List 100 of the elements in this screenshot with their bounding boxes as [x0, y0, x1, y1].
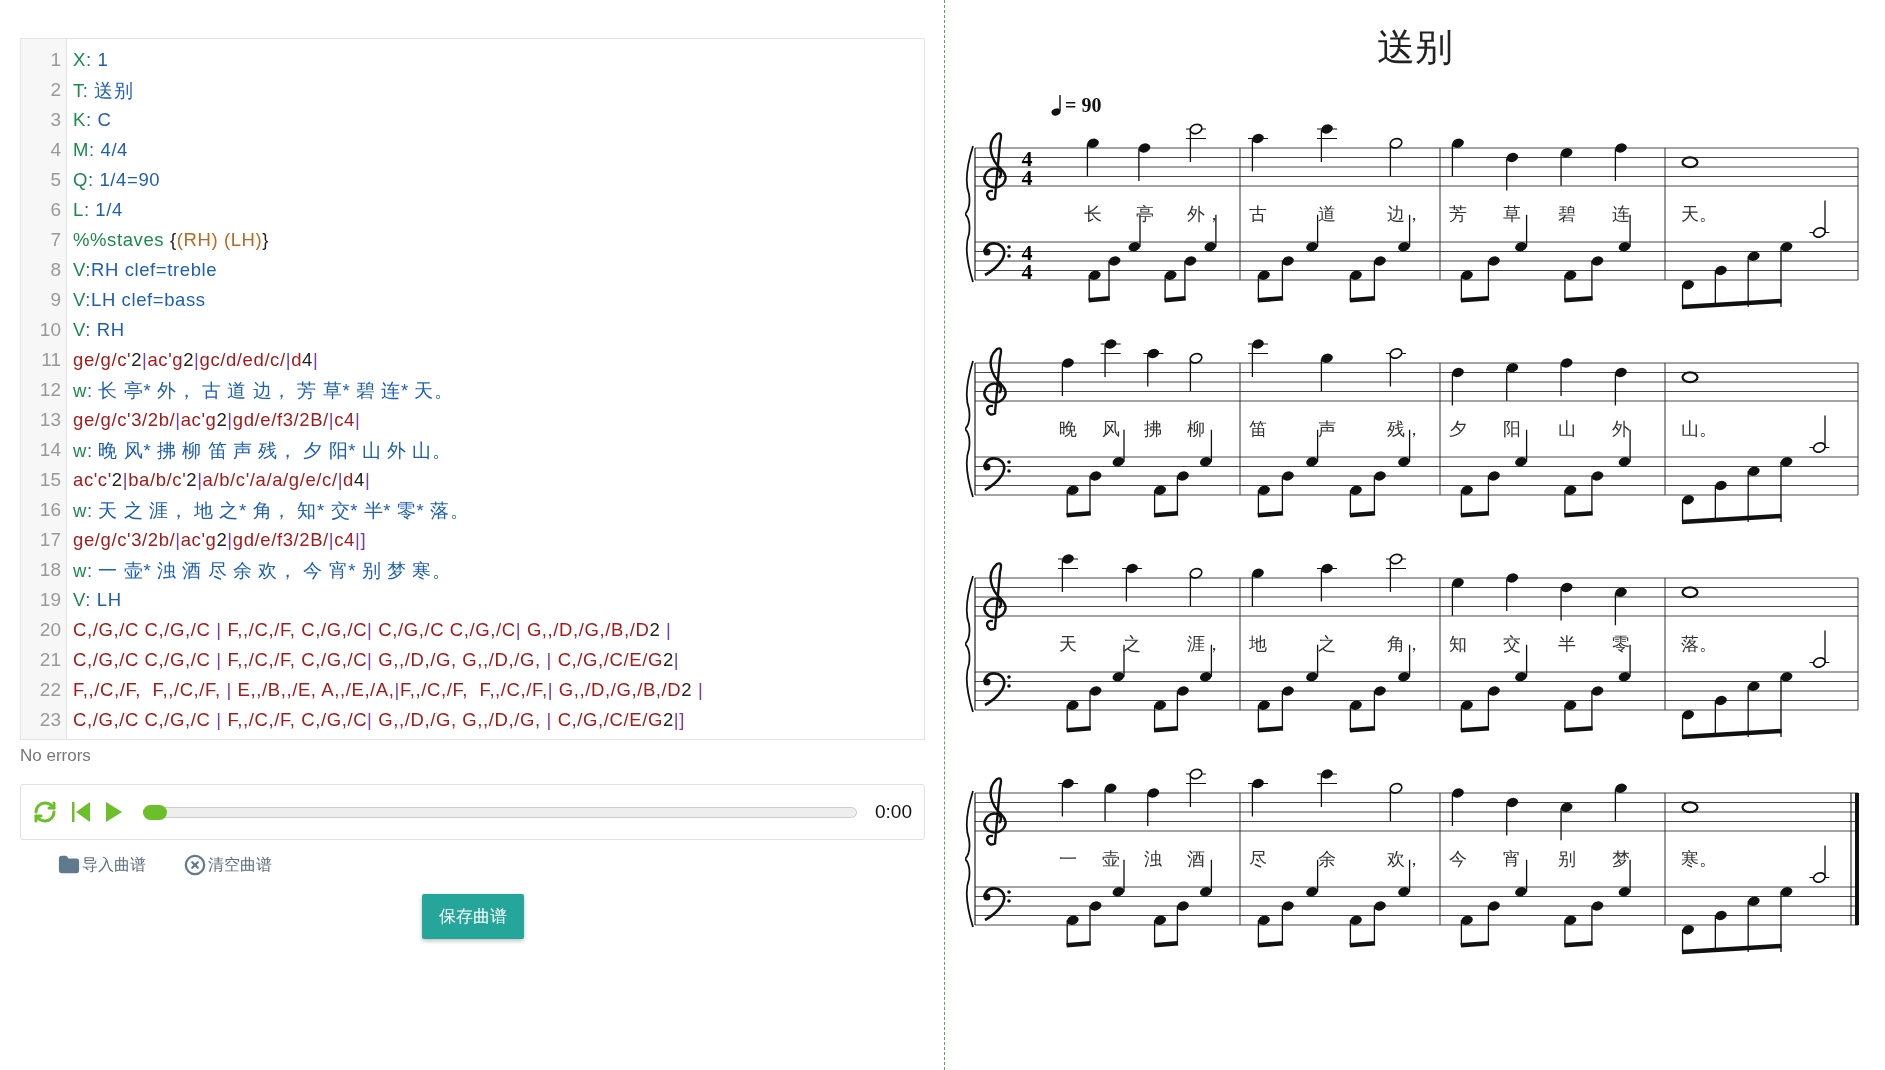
notes-drawing	[1681, 371, 1699, 384]
line-number: 15	[38, 469, 62, 491]
line-number: 9	[49, 289, 62, 311]
lyric-syllable: 亭	[1135, 203, 1154, 224]
import-link[interactable]: 导入曲谱	[58, 854, 146, 876]
lyric-syllable: 外，	[1187, 203, 1223, 224]
bass-clef-icon	[982, 457, 1011, 492]
loop-button[interactable]	[33, 800, 57, 824]
lyric-syllable: 酒	[1187, 848, 1205, 869]
lyric-syllable: 边，	[1387, 203, 1423, 224]
line-number: 23	[38, 709, 62, 731]
code-line: V:LH clef=bass	[72, 289, 207, 311]
line-number: 1	[49, 49, 62, 71]
lyric-syllable: 半	[1557, 633, 1576, 654]
progress-thumb[interactable]	[143, 804, 167, 820]
line-number: 4	[49, 139, 62, 161]
lyric-syllable: 落。	[1681, 633, 1717, 654]
code-line: w: 晚 风* 拂 柳 笛 声 残， 夕 阳* 山 外 山。	[72, 438, 453, 463]
lyric-syllable: 芳	[1449, 203, 1467, 224]
lyric-syllable: 草	[1503, 203, 1522, 224]
lyric-syllable: 声	[1318, 418, 1336, 439]
folder-icon	[58, 854, 80, 876]
lyric-syllable: 天	[1059, 633, 1077, 654]
quarter-note-icon	[1051, 94, 1063, 116]
notes-drawing	[1681, 156, 1699, 169]
lyric-syllable: 之	[1123, 633, 1141, 654]
brace-icon	[965, 360, 974, 498]
code-editor[interactable]	[20, 38, 925, 740]
lyric-syllable: 柳	[1187, 418, 1205, 439]
line-number: 10	[38, 319, 62, 341]
line-number: 3	[49, 109, 62, 131]
code-line: w: 一 壶* 浊 酒 尽 余 欢， 今 宵* 别 梦 寒。	[72, 558, 453, 583]
lyric-syllable: 碧	[1557, 203, 1576, 224]
bass-clef-icon	[982, 242, 1011, 277]
brace-icon	[965, 575, 974, 713]
lyric-syllable: 之	[1318, 633, 1336, 654]
line-number: 7	[49, 229, 62, 251]
code-line: ac'c'2|ba/b/c'2|a/b/c'/a/a/g/e/c/|d4|	[72, 469, 372, 491]
line-number: 8	[49, 259, 62, 281]
lyric-syllable: 一	[1059, 848, 1077, 869]
lyric-syllable: 零	[1612, 633, 1630, 654]
code-line: C,/G,/C C,/G,/C | F,,/C,/F, C,/G,/C| G,,/D,/G, G,,/D,/G, | C,/G,/C/E/G2|	[72, 649, 681, 671]
line-number: 11	[40, 349, 62, 371]
code-line: %%staves {(RH) (LH)}	[72, 229, 271, 251]
lyric-syllable: 涯，	[1187, 633, 1223, 654]
code-line: w: 长 亭* 外， 古 道 边， 芳 草* 碧 连* 天。	[72, 378, 455, 403]
line-number: 13	[38, 409, 62, 431]
clear-link[interactable]: 清空曲谱	[184, 854, 272, 876]
brace-icon	[965, 790, 974, 928]
lyric-syllable: 晚	[1059, 418, 1077, 439]
lyric-syllable: 壶	[1101, 848, 1120, 869]
play-button[interactable]	[105, 801, 123, 823]
lyric-syllable: 欢，	[1387, 848, 1423, 869]
code-line: C,/G,/C C,/G,/C | F,,/C,/F, C,/G,/C| C,/G,/C C,/G,/C| G,,/D,/G,/B,/D2 |	[72, 619, 673, 641]
bass-clef-icon	[982, 887, 1011, 922]
lyric-syllable: 夕	[1449, 418, 1467, 439]
lyric-syllable: 阳	[1503, 418, 1522, 439]
status-message: No errors	[20, 746, 92, 767]
code-line: T: 送别	[72, 78, 135, 103]
lyric-syllable: 交	[1503, 633, 1522, 654]
lyric-syllable: 笛	[1249, 418, 1267, 439]
restart-button[interactable]	[71, 801, 91, 823]
code-line: K: C	[72, 109, 113, 131]
lyric-syllable: 古	[1249, 203, 1267, 224]
code-line: C,/G,/C C,/G,/C | F,,/C,/F, C,/G,/C| G,,/D,/G, G,,/D,/G, | C,/G,/C/E/G2|]	[72, 709, 686, 731]
close-icon	[184, 854, 206, 876]
progress-track[interactable]	[143, 804, 857, 820]
notes-drawing	[1681, 586, 1699, 599]
line-number: 12	[38, 379, 62, 401]
line-number: 6	[49, 199, 62, 221]
line-number: 16	[38, 499, 62, 521]
code-line: ge/g/c'3/2b/|ac'g2|gd/e/f3/2B/|c4|	[72, 409, 362, 431]
code-line: w: 天 之 涯， 地 之* 角， 知* 交* 半* 零* 落。	[72, 498, 471, 523]
code-line: V: RH	[72, 319, 126, 341]
notes-drawing	[1681, 801, 1699, 814]
lyric-syllable: 别	[1557, 848, 1576, 869]
line-number: 18	[38, 559, 62, 581]
line-number: 5	[49, 169, 62, 191]
code-line: ge/g/c'3/2b/|ac'g2|gd/e/f3/2B/|c4|]	[72, 529, 368, 551]
line-number: 14	[38, 439, 62, 461]
brace-icon	[965, 145, 974, 283]
treble-clef-icon	[983, 562, 1007, 631]
lyric-syllable: 知	[1449, 633, 1467, 654]
code-line: V:RH clef=treble	[72, 259, 219, 281]
line-number: 2	[49, 79, 62, 101]
lyric-syllable: 角，	[1387, 633, 1423, 654]
line-number: 20	[38, 619, 62, 641]
code-line: V: LH	[72, 589, 123, 611]
lyric-syllable: 梦	[1612, 848, 1630, 869]
lyric-syllable: 残，	[1387, 418, 1423, 439]
code-line: L: 1/4	[72, 199, 124, 221]
code-line: ge/g/c'2|ac'g2|gc/d/ed/c/|d4|	[72, 349, 320, 371]
lyric-syllable: 地	[1249, 633, 1267, 654]
score-title: 送别	[1377, 24, 1453, 71]
save-button[interactable]: 保存曲谱	[421, 894, 524, 939]
lyric-syllable: 长	[1084, 203, 1102, 224]
lyric-syllable: 余	[1318, 848, 1336, 869]
lyric-syllable: 尽	[1249, 848, 1267, 869]
lyric-syllable: 拂	[1144, 418, 1163, 439]
lyric-syllable: 浊	[1144, 848, 1163, 869]
